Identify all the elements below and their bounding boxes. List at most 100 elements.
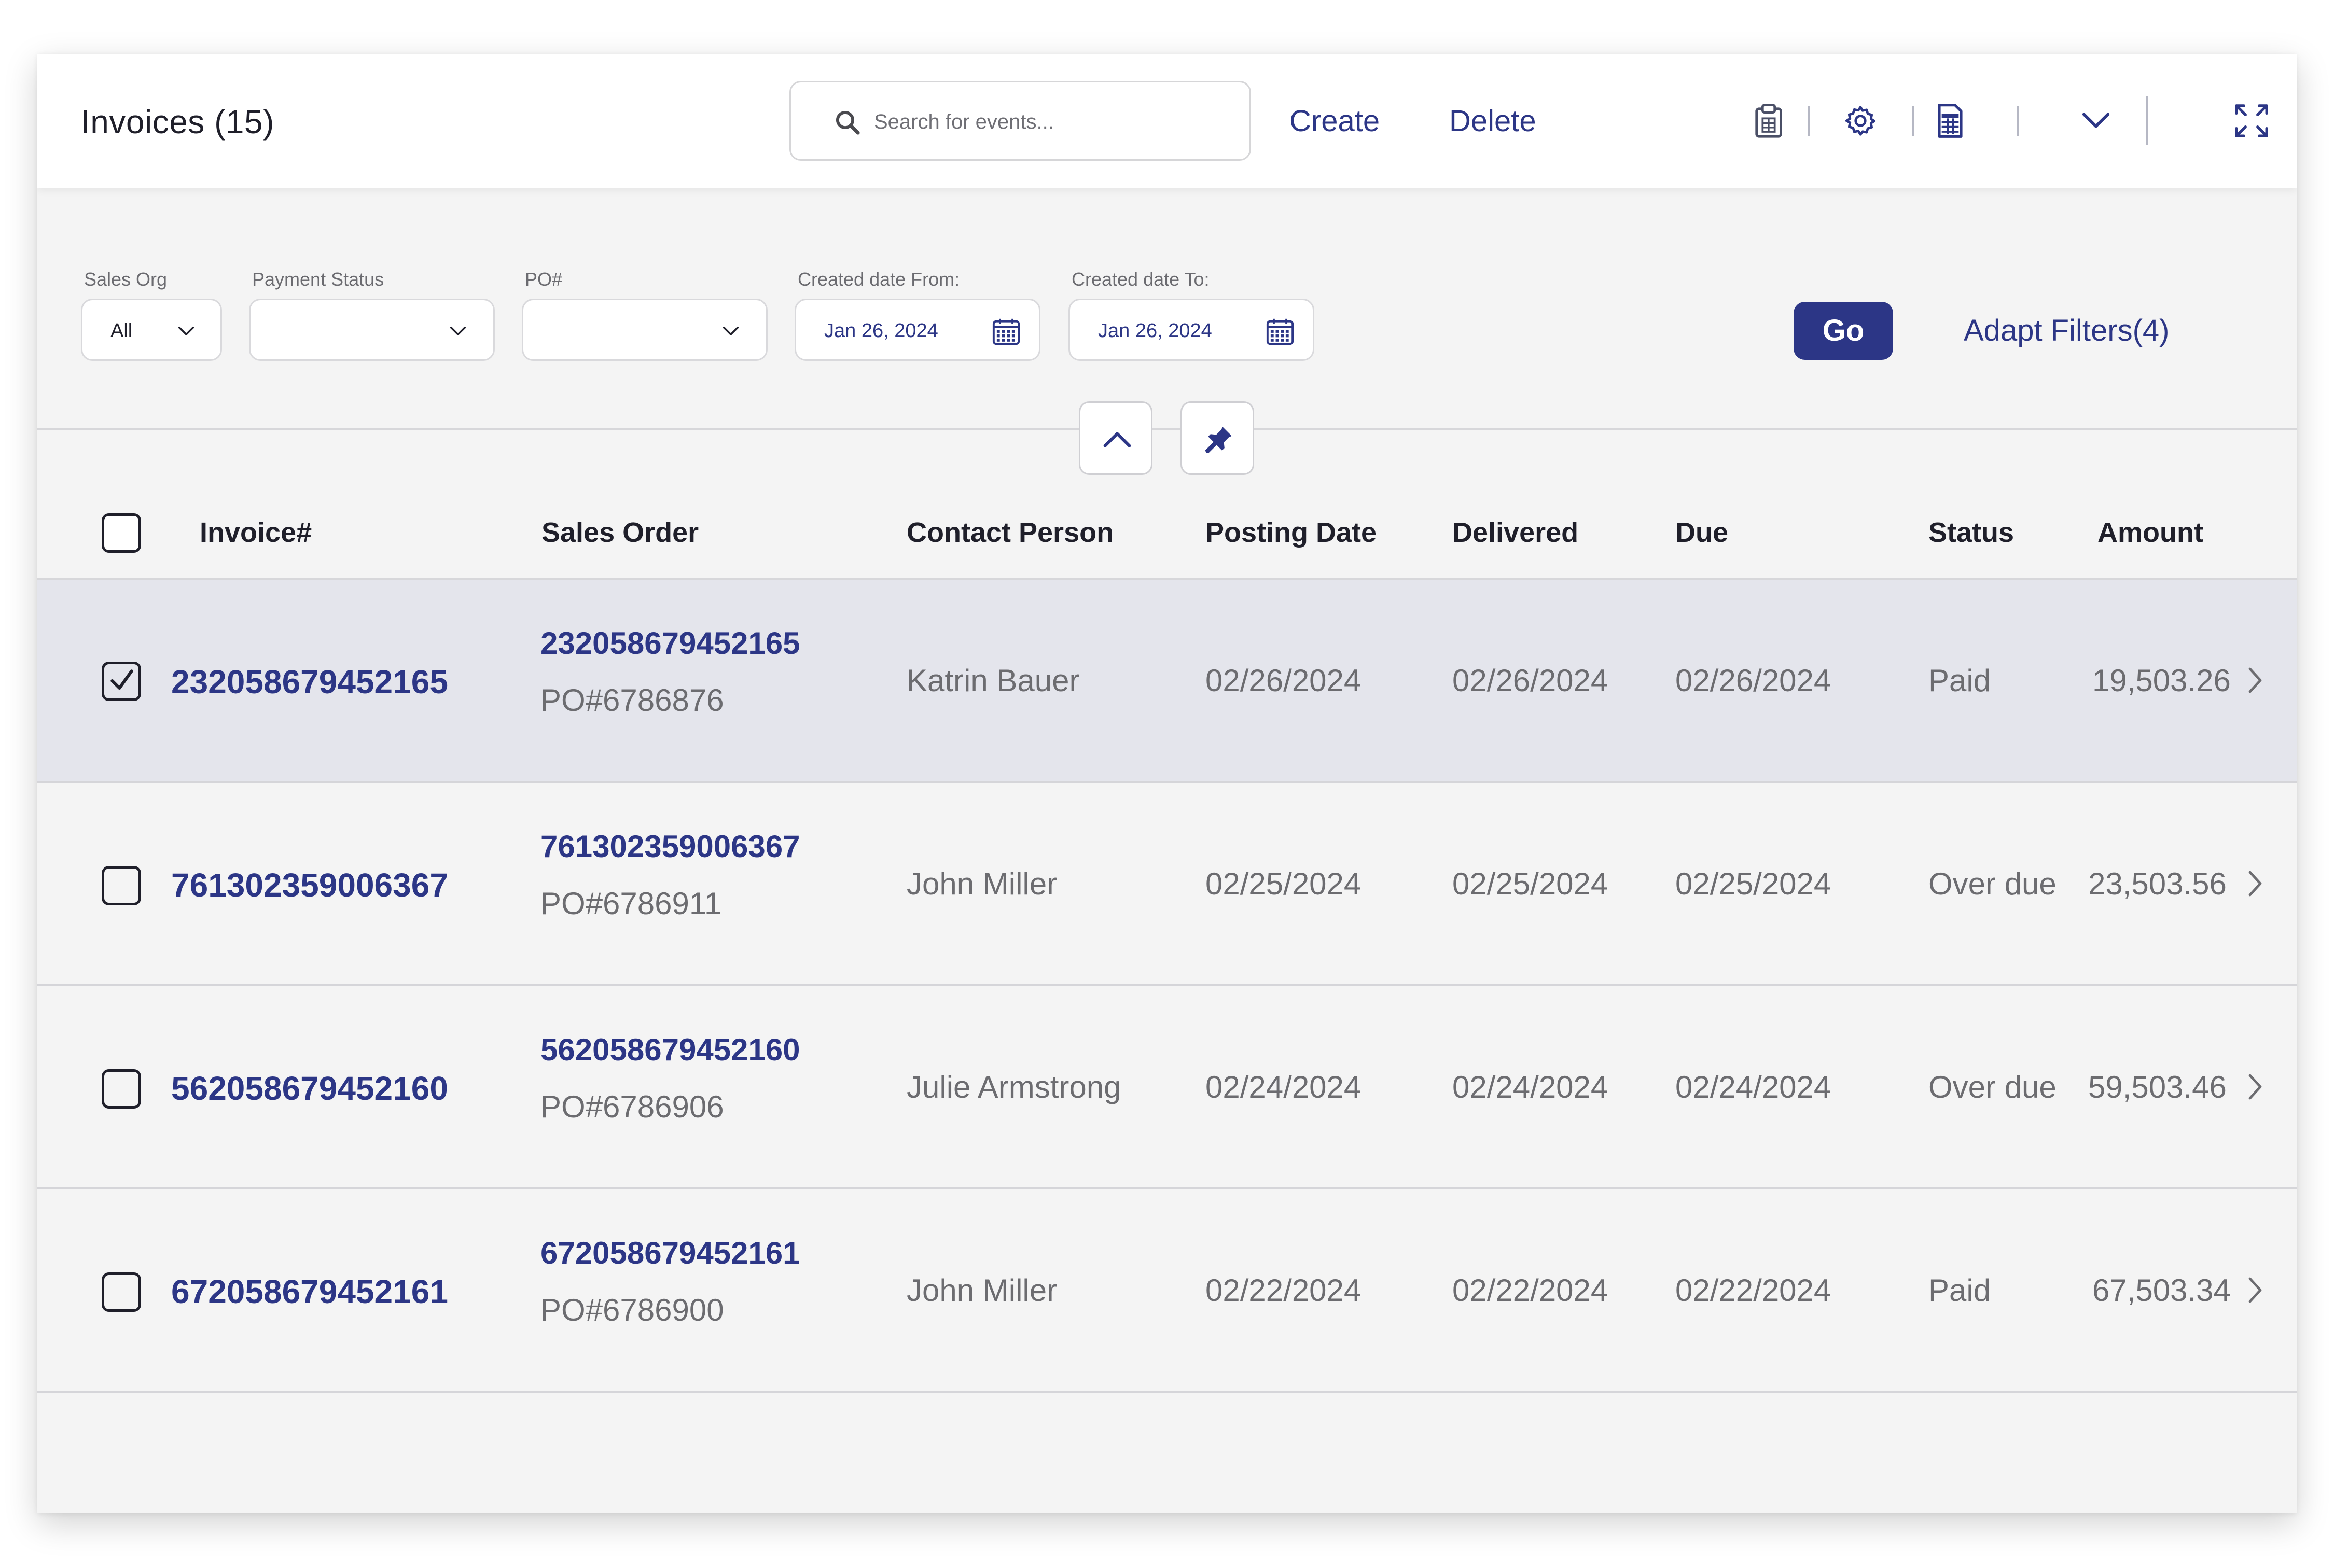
gear-icon[interactable] <box>1844 105 1877 137</box>
column-header-delivered[interactable]: Delivered <box>1452 516 1578 549</box>
create-button[interactable]: Create <box>1289 104 1380 138</box>
row-checkbox[interactable] <box>102 662 141 701</box>
contact-person: John Miller <box>907 1273 1058 1308</box>
due-date: 02/22/2024 <box>1675 1273 1831 1308</box>
payment-status-select[interactable] <box>249 299 495 361</box>
chevron-down-icon <box>178 327 194 335</box>
delivered-date: 02/24/2024 <box>1452 1070 1608 1104</box>
toolbar-separator <box>2146 96 2148 145</box>
row-checkbox[interactable] <box>102 1069 141 1109</box>
po-select[interactable] <box>522 299 768 361</box>
chevron-down-icon <box>450 327 466 335</box>
status-text: Over due <box>1928 866 2057 901</box>
calendar-icon[interactable] <box>991 316 1021 347</box>
status-text: Over due <box>1928 1070 2057 1104</box>
column-header-contact-person[interactable]: Contact Person <box>907 516 1114 549</box>
po-number: PO#6786876 <box>540 683 724 718</box>
po-label: PO# <box>525 269 563 290</box>
search-box[interactable] <box>789 81 1251 161</box>
posting-date: 02/24/2024 <box>1205 1070 1362 1104</box>
search-icon <box>836 110 860 135</box>
column-header-amount[interactable]: Amount <box>2097 516 2203 549</box>
column-header-status[interactable]: Status <box>1928 516 2014 549</box>
chevron-down-icon <box>723 327 739 335</box>
created-from-datepicker[interactable]: Jan 26, 2024 <box>795 299 1040 361</box>
spreadsheet-icon[interactable] <box>1936 103 1965 139</box>
column-header-due[interactable]: Due <box>1675 516 1728 549</box>
amount-value: 23,503.56 <box>2088 866 2227 901</box>
adapt-filters-button[interactable]: Adapt Filters(4) <box>1964 313 2169 348</box>
pin-icon <box>1205 427 1232 454</box>
delivered-date: 02/22/2024 <box>1452 1273 1608 1308</box>
posting-date: 02/26/2024 <box>1205 663 1362 698</box>
created-to-value: Jan 26, 2024 <box>1098 320 1212 342</box>
due-date: 02/26/2024 <box>1675 663 1831 698</box>
due-date: 02/24/2024 <box>1675 1070 1831 1104</box>
page-header: Invoices (15) Create Delete <box>37 54 2297 188</box>
filter-divider <box>37 428 2297 430</box>
amount-value: 19,503.26 <box>2092 663 2231 698</box>
row-divider <box>37 1391 2297 1393</box>
select-all-checkbox[interactable] <box>102 513 141 553</box>
table-row[interactable]: 562058679452160 562058679452160 PO#67869… <box>37 986 2297 1189</box>
row-checkbox[interactable] <box>102 866 141 905</box>
collapse-filters-button[interactable] <box>1079 401 1152 475</box>
posting-date: 02/25/2024 <box>1205 866 1362 901</box>
invoice-number-link[interactable]: 672058679452161 <box>171 1272 448 1311</box>
invoice-number-link[interactable]: 562058679452160 <box>171 1069 448 1108</box>
chevron-right-icon[interactable] <box>2245 1275 2266 1306</box>
toolbar-separator <box>1912 106 1914 136</box>
column-header-sales-order[interactable]: Sales Order <box>541 516 699 549</box>
chevron-down-icon[interactable] <box>2081 110 2111 131</box>
invoices-panel: Invoices (15) Create Delete <box>37 54 2297 1513</box>
created-from-value: Jan 26, 2024 <box>824 320 938 342</box>
page-title: Invoices (15) <box>81 103 274 141</box>
delivered-date: 02/25/2024 <box>1452 866 1608 901</box>
pin-filters-button[interactable] <box>1180 401 1254 475</box>
clipboard-icon[interactable] <box>1754 103 1783 139</box>
payment-status-label: Payment Status <box>252 269 384 290</box>
table-row[interactable]: 232058679452165 232058679452165 PO#67868… <box>37 580 2297 783</box>
sales-order-link[interactable]: 761302359006367 <box>540 829 800 864</box>
sales-order-link[interactable]: 562058679452160 <box>540 1032 800 1068</box>
go-button[interactable]: Go <box>1794 302 1893 360</box>
chevron-right-icon[interactable] <box>2245 868 2266 899</box>
chevron-right-icon[interactable] <box>2245 665 2266 696</box>
created-from-label: Created date From: <box>798 269 960 290</box>
contact-person: John Miller <box>907 866 1058 901</box>
chevron-right-icon[interactable] <box>2245 1071 2266 1102</box>
amount-value: 67,503.34 <box>2092 1273 2231 1308</box>
sales-org-label: Sales Org <box>84 269 168 290</box>
created-to-label: Created date To: <box>1072 269 1210 290</box>
delivered-date: 02/26/2024 <box>1452 663 1608 698</box>
toolbar-separator <box>2017 106 2019 136</box>
check-icon <box>110 669 133 690</box>
row-checkbox[interactable] <box>102 1272 141 1312</box>
expand-icon[interactable] <box>2233 103 2270 139</box>
sales-order-link[interactable]: 232058679452165 <box>540 625 800 661</box>
invoice-number-link[interactable]: 761302359006367 <box>171 866 448 904</box>
calendar-icon[interactable] <box>1265 316 1295 347</box>
po-number: PO#6786900 <box>540 1293 724 1327</box>
posting-date: 02/22/2024 <box>1205 1273 1362 1308</box>
chevron-up-icon <box>1103 432 1131 447</box>
column-header-invoice[interactable]: Invoice# <box>200 516 312 549</box>
contact-person: Katrin Bauer <box>907 663 1080 698</box>
due-date: 02/25/2024 <box>1675 866 1831 901</box>
po-number: PO#6786911 <box>540 886 722 921</box>
column-header-posting-date[interactable]: Posting Date <box>1205 516 1377 549</box>
sales-org-select[interactable]: All <box>81 299 222 361</box>
invoice-number-link[interactable]: 232058679452165 <box>171 663 448 701</box>
sales-order-link[interactable]: 672058679452161 <box>540 1235 800 1271</box>
created-to-datepicker[interactable]: Jan 26, 2024 <box>1068 299 1314 361</box>
delete-button[interactable]: Delete <box>1449 104 1536 138</box>
toolbar-separator <box>1808 106 1810 136</box>
table-row[interactable]: 761302359006367 761302359006367 PO#67869… <box>37 783 2297 986</box>
status-text: Paid <box>1928 663 1991 698</box>
amount-value: 59,503.46 <box>2088 1070 2227 1104</box>
table-row[interactable]: 672058679452161 672058679452161 PO#67869… <box>37 1189 2297 1393</box>
status-text: Paid <box>1928 1273 1991 1308</box>
contact-person: Julie Armstrong <box>907 1070 1121 1104</box>
search-input[interactable] <box>874 103 1227 141</box>
po-number: PO#6786906 <box>540 1089 724 1124</box>
